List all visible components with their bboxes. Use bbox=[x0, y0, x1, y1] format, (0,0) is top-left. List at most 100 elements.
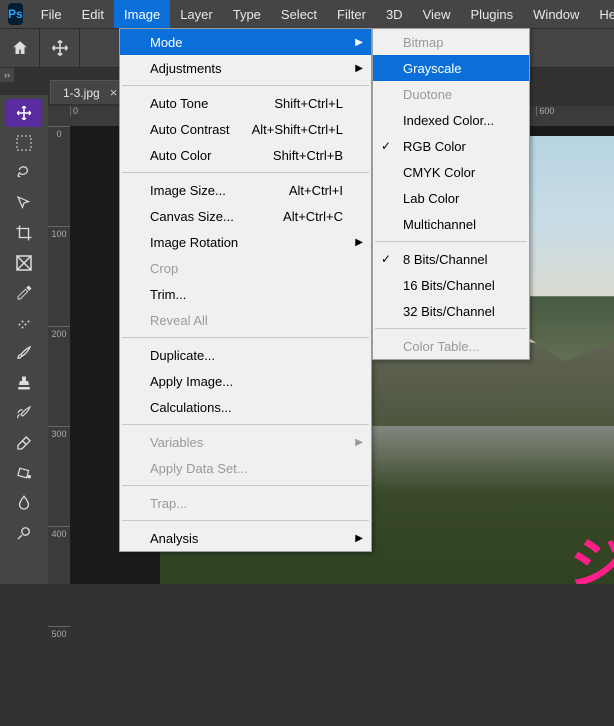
frame-tool[interactable] bbox=[6, 249, 42, 277]
image-menu-apply-image[interactable]: Apply Image... bbox=[120, 368, 371, 394]
menu-item-label: Canvas Size... bbox=[150, 209, 234, 224]
home-icon bbox=[11, 39, 29, 57]
menu-layer[interactable]: Layer bbox=[170, 0, 223, 28]
history-brush-tool[interactable] bbox=[6, 399, 42, 427]
watermark-logo: ジ bbox=[566, 519, 614, 584]
menu-item-label: 16 Bits/Channel bbox=[403, 278, 495, 293]
menu-item-label: Auto Contrast bbox=[150, 122, 230, 137]
image-menu-crop: Crop bbox=[120, 255, 371, 281]
ruler-corner bbox=[48, 106, 70, 126]
menu-3d[interactable]: 3D bbox=[376, 0, 413, 28]
mode-menu-multichannel[interactable]: Multichannel bbox=[373, 211, 529, 237]
menu-item-label: Variables bbox=[150, 435, 203, 450]
image-menu-trap: Trap... bbox=[120, 490, 371, 516]
menu-item-label: Trim... bbox=[150, 287, 186, 302]
crop-tool[interactable] bbox=[6, 219, 42, 247]
mode-menu-indexed-color[interactable]: Indexed Color... bbox=[373, 107, 529, 133]
menu-file[interactable]: File bbox=[31, 0, 72, 28]
move-icon bbox=[51, 39, 69, 57]
shortcut-label: Alt+Ctrl+I bbox=[289, 183, 343, 198]
mode-menu-16-bits-channel[interactable]: 16 Bits/Channel bbox=[373, 272, 529, 298]
menu-item-label: Indexed Color... bbox=[403, 113, 494, 128]
menu-filter[interactable]: Filter bbox=[327, 0, 376, 28]
selection-tool[interactable] bbox=[6, 189, 42, 217]
check-icon: ✓ bbox=[381, 252, 391, 266]
menu-item-label: Reveal All bbox=[150, 313, 208, 328]
menu-image[interactable]: Image bbox=[114, 0, 170, 28]
menu-item-label: RGB Color bbox=[403, 139, 466, 154]
lasso-tool[interactable] bbox=[6, 159, 42, 187]
image-menu-adjustments[interactable]: Adjustments▶ bbox=[120, 55, 371, 81]
check-icon: ✓ bbox=[381, 139, 391, 153]
shortcut-label: Alt+Ctrl+C bbox=[283, 209, 343, 224]
menu-item-label: Duplicate... bbox=[150, 348, 215, 363]
image-menu-auto-contrast[interactable]: Auto Contrast Alt+Shift+Ctrl+L bbox=[120, 116, 371, 142]
mode-submenu: Bitmap Grayscale Duotone Indexed Color... ✓ R… bbox=[372, 28, 530, 360]
mode-menu-grayscale[interactable]: Grayscale bbox=[373, 55, 529, 81]
mode-menu-32-bits-channel[interactable]: 32 Bits/Channel bbox=[373, 298, 529, 324]
submenu-arrow-icon: ▶ bbox=[355, 533, 363, 544]
mode-menu-lab-color[interactable]: Lab Color bbox=[373, 185, 529, 211]
image-menu-trim[interactable]: Trim... bbox=[120, 281, 371, 307]
blur-tool[interactable] bbox=[6, 489, 42, 517]
image-menu-analysis[interactable]: Analysis ▶ bbox=[120, 525, 371, 551]
menu-item-label: Trap... bbox=[150, 496, 187, 511]
menu-item-label: Crop bbox=[150, 261, 178, 276]
shortcut-label: Shift+Ctrl+L bbox=[274, 96, 343, 111]
menubar: Ps File Edit Image Layer Type Select Fil… bbox=[0, 0, 614, 28]
submenu-arrow-icon: ▶ bbox=[355, 237, 363, 248]
bucket-tool[interactable] bbox=[6, 459, 42, 487]
image-menu-variables: Variables▶ bbox=[120, 429, 371, 455]
submenu-arrow-icon: ▶ bbox=[355, 63, 363, 74]
eyedropper-tool[interactable] bbox=[6, 279, 42, 307]
menu-select[interactable]: Select bbox=[271, 0, 327, 28]
submenu-arrow-icon: ▶ bbox=[355, 37, 363, 48]
menu-item-label: 32 Bits/Channel bbox=[403, 304, 495, 319]
menu-item-label: Auto Color bbox=[150, 148, 211, 163]
menu-item-label: Analysis bbox=[150, 531, 198, 546]
image-menu-calculations[interactable]: Calculations... bbox=[120, 394, 371, 420]
mode-menu-cmyk-color[interactable]: CMYK Color bbox=[373, 159, 529, 185]
mode-menu-duotone: Duotone bbox=[373, 81, 529, 107]
panel-expand-handle[interactable]: ›› bbox=[0, 68, 14, 82]
mode-menu-rgb-color[interactable]: ✓ RGB Color bbox=[373, 133, 529, 159]
image-menu-image-rotation[interactable]: Image Rotation▶ bbox=[120, 229, 371, 255]
menu-item-label: Grayscale bbox=[403, 61, 462, 76]
stamp-tool[interactable] bbox=[6, 369, 42, 397]
image-menu-reveal-all: Reveal All bbox=[120, 307, 371, 333]
eraser-tool[interactable] bbox=[6, 429, 42, 457]
menu-item-label: Multichannel bbox=[403, 217, 476, 232]
move-tool[interactable] bbox=[6, 99, 42, 127]
image-menu-auto-tone[interactable]: Auto ToneShift+Ctrl+L bbox=[120, 90, 371, 116]
brush-tool[interactable] bbox=[6, 339, 42, 367]
menu-view[interactable]: View bbox=[413, 0, 461, 28]
image-menu-image-size[interactable]: Image Size...Alt+Ctrl+I bbox=[120, 177, 371, 203]
menu-item-label: Mode bbox=[150, 35, 183, 50]
menu-type[interactable]: Type bbox=[223, 0, 271, 28]
shortcut-label: Shift+Ctrl+B bbox=[273, 148, 343, 163]
mode-menu-8-bits-channel[interactable]: ✓ 8 Bits/Channel bbox=[373, 246, 529, 272]
menu-item-label: Duotone bbox=[403, 87, 452, 102]
ruler-vertical[interactable]: 0 100 200 300 400 500 bbox=[48, 126, 70, 584]
menu-item-label: 8 Bits/Channel bbox=[403, 252, 488, 267]
shortcut-label: Alt+Shift+Ctrl+L bbox=[252, 122, 343, 137]
home-button[interactable] bbox=[0, 28, 40, 68]
close-icon[interactable]: × bbox=[110, 85, 118, 100]
marquee-tool[interactable] bbox=[6, 129, 42, 157]
image-menu-apply-data-set: Apply Data Set... bbox=[120, 455, 371, 481]
image-menu-duplicate[interactable]: Duplicate... bbox=[120, 342, 371, 368]
menu-item-label: Color Table... bbox=[403, 339, 479, 354]
heal-tool[interactable] bbox=[6, 309, 42, 337]
image-menu-canvas-size[interactable]: Canvas Size... Alt+Ctrl+C bbox=[120, 203, 371, 229]
move-tool-indicator[interactable] bbox=[40, 28, 80, 68]
menu-item-label: Apply Data Set... bbox=[150, 461, 248, 476]
image-menu-mode[interactable]: Mode ▶ bbox=[120, 29, 371, 55]
menu-plugins[interactable]: Plugins bbox=[461, 0, 524, 28]
menu-edit[interactable]: Edit bbox=[72, 0, 114, 28]
dodge-tool[interactable] bbox=[6, 519, 42, 547]
menu-help[interactable]: Help bbox=[589, 0, 614, 28]
image-menu-auto-color[interactable]: Auto Color Shift+Ctrl+B bbox=[120, 142, 371, 168]
mode-menu-color-table: Color Table... bbox=[373, 333, 529, 359]
menu-item-label: Bitmap bbox=[403, 35, 443, 50]
menu-window[interactable]: Window bbox=[523, 0, 589, 28]
